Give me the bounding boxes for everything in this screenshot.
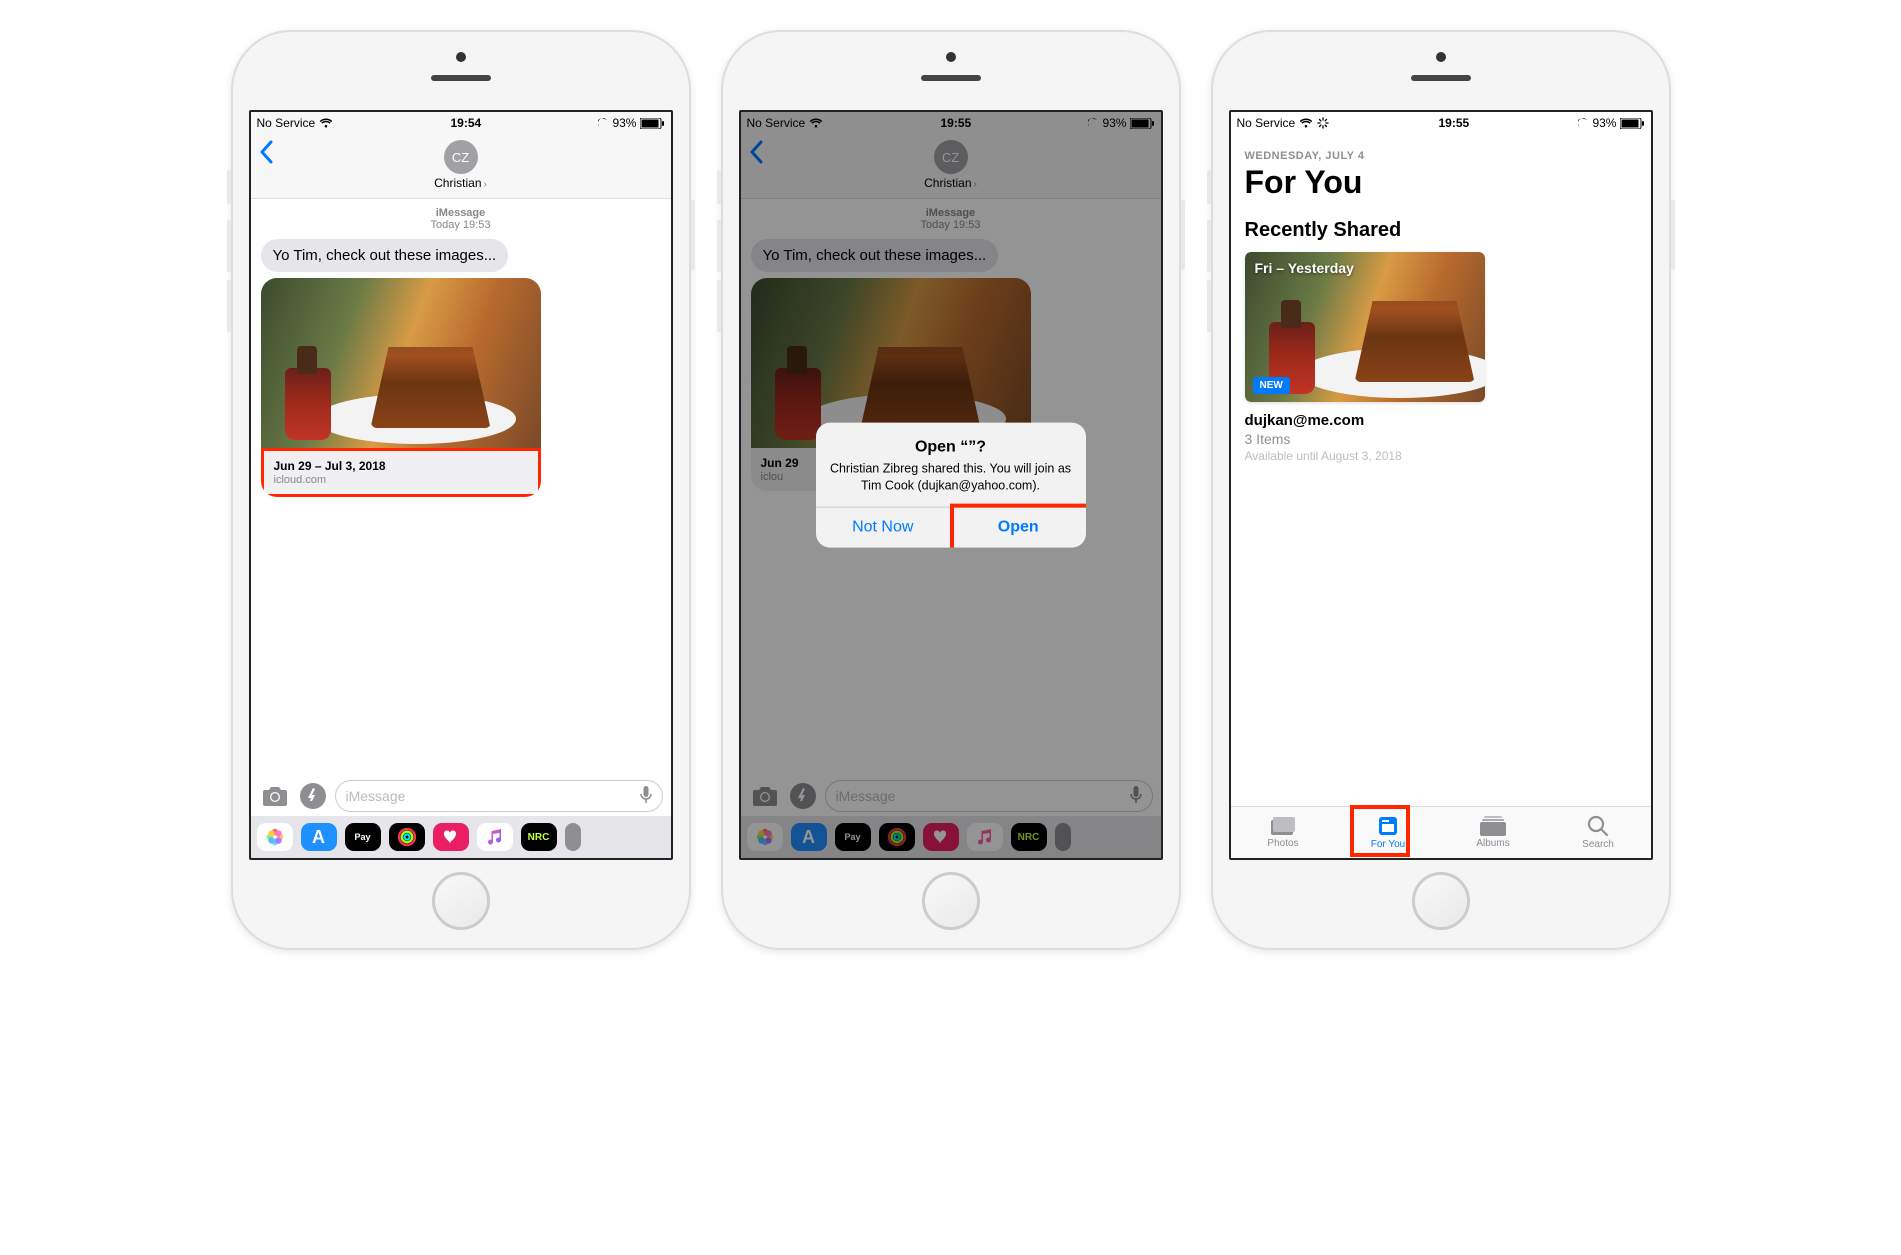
battery-label: 93% [1592,116,1616,130]
conversation-header: CZ Christian› [251,134,671,199]
preview-metadata: Jun 29 – Jul 3, 2018 icloud.com [261,448,541,497]
tab-for-you[interactable]: For You [1336,807,1441,858]
photos-body[interactable]: WEDNESDAY, JULY 4 For You Recently Share… [1231,134,1651,806]
app-nrc[interactable]: NRC [521,823,557,851]
date-eyebrow: WEDNESDAY, JULY 4 [1245,150,1637,162]
input-placeholder: iMessage [346,788,406,804]
preview-source: icloud.com [274,474,528,486]
app-music[interactable] [477,823,513,851]
app-more[interactable] [565,823,581,851]
app-activity[interactable] [389,823,425,851]
app-store[interactable]: A [301,823,337,851]
appstore-button[interactable] [297,780,329,812]
tab-albums[interactable]: Albums [1441,807,1546,858]
wifi-icon [1299,118,1313,128]
app-applepay[interactable]: Pay [345,823,381,851]
clock-label: 19:55 [1438,116,1469,130]
open-button[interactable]: Open [950,507,1086,547]
contact-avatar[interactable]: CZ [444,140,478,174]
input-tray: iMessage [251,774,671,816]
preview-image [261,278,541,448]
expiry-label: Available until August 3, 2018 [1245,449,1637,463]
wifi-icon [319,118,333,128]
iphone-frame-3: No Service 19:55 93% WEDNESDAY, JULY 4 F… [1211,30,1671,950]
home-button[interactable] [432,872,490,930]
clock-label: 19:54 [450,116,481,130]
dnd-icon [598,118,608,128]
alert-title: Open “”? [830,439,1072,457]
status-bar: No Service 19:54 93% [251,112,671,134]
back-button[interactable] [259,140,273,169]
thread-timestamp: iMessage Today 19:53 [261,207,661,231]
sharer-label: dujkan@me.com [1245,412,1637,429]
camera-button[interactable] [259,780,291,812]
tab-photos[interactable]: Photos [1231,807,1336,858]
carrier-label: No Service [257,116,316,130]
dnd-icon [1578,118,1588,128]
tab-bar: Photos For You Albums Search [1231,806,1651,858]
tab-search[interactable]: Search [1546,807,1651,858]
iphone-frame-2: No Service 19:55 93% CZ Christian› iMess… [721,30,1181,950]
page-title: For You [1245,164,1637,201]
item-count: 3 Items [1245,431,1637,447]
iphone-frame-1: No Service 19:54 93% CZ [231,30,691,950]
open-link-alert: Open “”? Christian Zibreg shared this. Y… [816,423,1086,548]
shared-album-card[interactable]: Fri – Yesterday NEW [1245,252,1485,402]
contact-name-row[interactable]: Christian› [251,176,671,190]
carrier-label: No Service [1237,116,1296,130]
syncing-icon [1317,117,1329,129]
preview-title: Jun 29 – Jul 3, 2018 [274,459,528,473]
card-overlay-title: Fri – Yesterday [1255,260,1354,276]
battery-icon [1620,118,1644,129]
app-photos[interactable] [257,823,293,851]
home-button[interactable] [1412,872,1470,930]
card-metadata: dujkan@me.com 3 Items Available until Au… [1245,412,1637,463]
message-input[interactable]: iMessage [335,780,663,812]
new-badge: NEW [1253,377,1290,394]
alert-message: Christian Zibreg shared this. You will j… [830,461,1072,495]
status-bar: No Service 19:55 93% [1231,112,1651,134]
battery-label: 93% [612,116,636,130]
icloud-link-preview[interactable]: Jun 29 – Jul 3, 2018 icloud.com [261,278,541,497]
messages-screen-modal: No Service 19:55 93% CZ Christian› iMess… [739,110,1163,860]
messages-screen: No Service 19:54 93% CZ [249,110,673,860]
photos-for-you-screen: No Service 19:55 93% WEDNESDAY, JULY 4 F… [1229,110,1653,860]
app-heart[interactable] [433,823,469,851]
section-title: Recently Shared [1245,219,1637,242]
dictation-icon[interactable] [640,786,652,807]
message-thread[interactable]: iMessage Today 19:53 Yo Tim, check out t… [251,199,671,774]
not-now-button[interactable]: Not Now [816,507,951,547]
battery-icon [640,118,664,129]
contact-name: Christian [434,176,481,190]
incoming-message[interactable]: Yo Tim, check out these images... [261,239,509,272]
home-button[interactable] [922,872,980,930]
imessage-app-strip[interactable]: A Pay NRC [251,816,671,858]
